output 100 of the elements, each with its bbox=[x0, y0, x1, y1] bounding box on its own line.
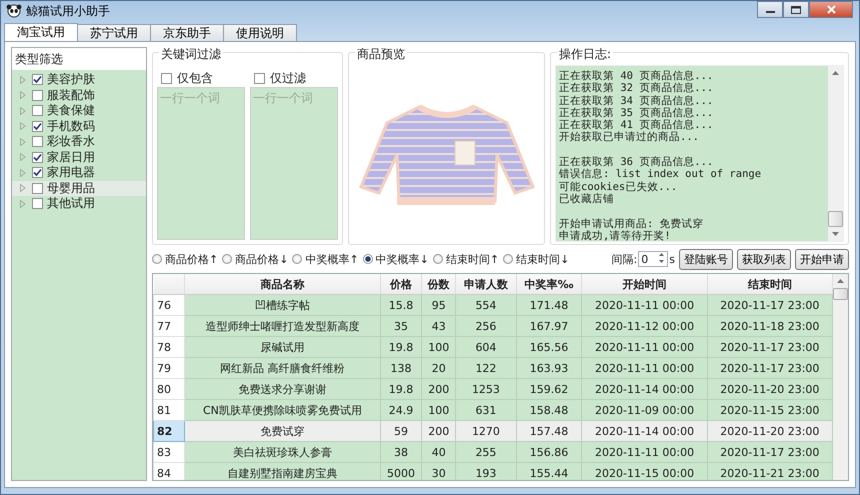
sort-radio[interactable]: 结束时间↓ bbox=[503, 252, 570, 266]
table-cell: 59 bbox=[380, 420, 422, 442]
row-header[interactable]: 83 bbox=[154, 442, 184, 462]
sort-radio[interactable]: 中奖概率↓ bbox=[362, 252, 429, 266]
row-header[interactable]: 81 bbox=[154, 400, 184, 420]
table-cell: 157.48 bbox=[516, 420, 582, 442]
checkbox[interactable] bbox=[32, 90, 43, 101]
row-header[interactable]: 77 bbox=[154, 316, 184, 336]
column-header[interactable]: 结束时间 bbox=[707, 274, 832, 294]
table-cell: 193 bbox=[456, 462, 516, 480]
table-cell: 2020-11-11 00:00 bbox=[582, 442, 708, 462]
log-line: 正在获取第 41 页商品信息... bbox=[559, 119, 714, 132]
checkbox[interactable] bbox=[32, 182, 43, 194]
tree-item[interactable]: 其他试用 bbox=[12, 196, 146, 212]
checkbox-label: 仅过滤 bbox=[270, 70, 306, 86]
scroll-thumb[interactable] bbox=[828, 211, 843, 227]
panda-icon bbox=[6, 4, 22, 18]
table-cell: 2020-11-14 00:00 bbox=[582, 378, 708, 400]
minimize-button[interactable] bbox=[757, 1, 783, 18]
log-line: 正在获取第 35 页商品信息... bbox=[559, 106, 714, 119]
table-cell: 165.56 bbox=[516, 336, 582, 358]
checkbox[interactable] bbox=[254, 72, 265, 84]
tab[interactable]: 京东助手 bbox=[150, 24, 224, 41]
table-cell: 2020-11-15 00:00 bbox=[582, 462, 708, 480]
table-cell: 255 bbox=[456, 442, 516, 462]
table-cell: 20 bbox=[422, 358, 456, 378]
table-cell: 43 bbox=[422, 316, 456, 336]
table-cell: 2020-11-09 00:00 bbox=[582, 400, 708, 420]
table-cell: 155.44 bbox=[516, 462, 582, 480]
table-cell: 95 bbox=[422, 294, 456, 316]
column-header[interactable]: 开始时间 bbox=[582, 274, 708, 294]
arrow-up-icon[interactable] bbox=[832, 71, 839, 75]
interval-label: 间隔: bbox=[612, 252, 638, 266]
tree-item[interactable]: 美食保健 bbox=[12, 103, 146, 118]
checkbox[interactable] bbox=[32, 167, 43, 178]
table-cell: 2020-11-18 23:00 bbox=[707, 316, 832, 336]
table-cell: 156.86 bbox=[516, 442, 582, 462]
maximize-button[interactable] bbox=[783, 1, 809, 18]
sort-radio[interactable]: 商品价格↓ bbox=[222, 252, 288, 266]
checkbox[interactable] bbox=[161, 72, 172, 84]
tree-item[interactable]: 母婴用品 bbox=[12, 180, 146, 196]
category-label: 彩妆香水 bbox=[47, 133, 95, 150]
action-button[interactable]: 获取列表 bbox=[737, 248, 791, 270]
tree-item[interactable]: 美容护肤 bbox=[12, 72, 146, 88]
row-header[interactable]: 80 bbox=[154, 378, 184, 400]
checkbox[interactable] bbox=[32, 136, 43, 148]
table-cell: 100 bbox=[422, 400, 456, 420]
category-label: 母婴用品 bbox=[47, 180, 95, 197]
table-cell: 38 bbox=[380, 442, 422, 462]
tree-item[interactable]: 手机数码 bbox=[12, 118, 146, 134]
category-label: 服装配饰 bbox=[47, 86, 95, 104]
spin-arrows-icon[interactable] bbox=[658, 250, 666, 264]
checkbox[interactable] bbox=[32, 152, 43, 163]
close-button[interactable] bbox=[809, 1, 853, 18]
row-header[interactable]: 82 bbox=[154, 420, 184, 442]
sort-radio[interactable]: 结束时间↑ bbox=[432, 252, 500, 266]
column-header[interactable]: 申请人数 bbox=[456, 274, 516, 294]
table-cell: 尿碱试用 bbox=[184, 336, 380, 358]
scrollbar[interactable] bbox=[833, 274, 848, 480]
row-header[interactable]: 78 bbox=[154, 336, 184, 358]
arrow-down-icon[interactable] bbox=[832, 232, 839, 236]
checkbox[interactable] bbox=[32, 198, 43, 210]
tab[interactable]: 淘宝试用 bbox=[4, 23, 78, 41]
table-cell: 凹槽练字帖 bbox=[184, 294, 380, 316]
log-line: 正在获取第 36 页商品信息... bbox=[559, 156, 714, 168]
table-cell: 171.48 bbox=[516, 294, 582, 316]
scroll-thumb[interactable] bbox=[833, 288, 848, 300]
table-cell: 19.8 bbox=[380, 378, 422, 400]
table-cell: 138 bbox=[380, 358, 422, 378]
row-header[interactable]: 84 bbox=[154, 462, 184, 480]
column-header[interactable]: 中奖率‰ bbox=[516, 274, 582, 294]
action-button[interactable]: 开始申请 bbox=[795, 248, 849, 270]
tree-item[interactable]: 家用电器 bbox=[12, 165, 146, 180]
checkbox[interactable] bbox=[32, 105, 43, 116]
tab[interactable]: 使用说明 bbox=[223, 24, 297, 41]
column-header[interactable]: 份数 bbox=[422, 274, 456, 294]
checkbox[interactable] bbox=[32, 120, 43, 132]
keyword-field[interactable]: 一行一个词 bbox=[250, 87, 338, 240]
scrollbar[interactable] bbox=[828, 66, 843, 241]
table-cell: 100 bbox=[422, 336, 456, 358]
keyword-field[interactable]: 一行一个词 bbox=[157, 87, 245, 240]
checkbox[interactable] bbox=[32, 74, 43, 86]
tab[interactable]: 苏宁试用 bbox=[77, 24, 151, 41]
tree-item[interactable]: 服装配饰 bbox=[12, 88, 146, 103]
action-button[interactable]: 登陆账号 bbox=[679, 248, 733, 270]
table-cell: 2020-11-17 23:00 bbox=[707, 294, 832, 316]
row-header[interactable]: 76 bbox=[154, 294, 184, 316]
table-cell: 24.9 bbox=[380, 400, 422, 420]
arrow-up-icon[interactable] bbox=[837, 279, 844, 283]
column-header[interactable]: 商品名称 bbox=[184, 274, 380, 294]
tree-item[interactable]: 家居日用 bbox=[12, 150, 146, 165]
sort-radio[interactable]: 中奖概率↑ bbox=[292, 252, 359, 266]
maximize-icon bbox=[791, 6, 801, 14]
sort-radio[interactable]: 商品价格↑ bbox=[152, 252, 218, 266]
tree-item[interactable]: 彩妆香水 bbox=[12, 134, 146, 150]
interval-spinbox[interactable]: 0 bbox=[638, 251, 668, 267]
row-header[interactable]: 79 bbox=[154, 358, 184, 378]
log-line: 正在获取第 34 页商品信息... bbox=[559, 94, 714, 107]
column-header[interactable]: 价格 bbox=[380, 274, 422, 294]
category-label: 家用电器 bbox=[47, 164, 95, 182]
